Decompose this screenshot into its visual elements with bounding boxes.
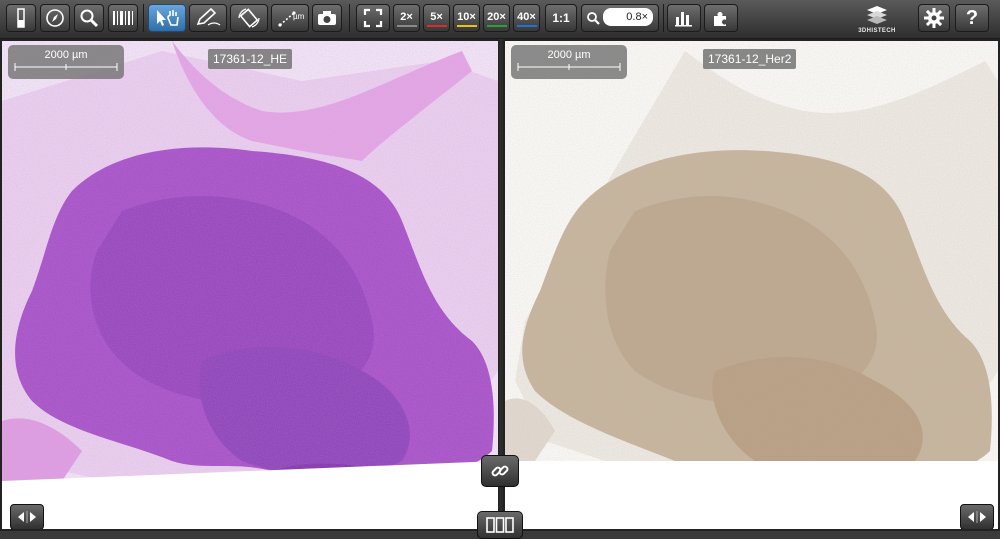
- viewer-he[interactable]: 2000 µm 17361-12_HE: [0, 39, 500, 531]
- barcode-icon: [113, 11, 133, 25]
- zoom-one-to-one-button[interactable]: 1:1: [545, 4, 577, 32]
- rotate-tool-button[interactable]: [230, 4, 268, 32]
- zoom-5x-button[interactable]: 5×: [423, 4, 450, 32]
- left-right-arrows-icon: [968, 511, 986, 523]
- left-right-arrows-icon: [18, 511, 36, 523]
- compass-icon: [46, 9, 64, 27]
- viewer-her2[interactable]: 2000 µm 17361-12_Her2: [503, 39, 1000, 531]
- brand-logo: 3DHISTECH: [838, 2, 916, 36]
- slide-navigation-button[interactable]: [960, 504, 994, 529]
- slide-label-button[interactable]: [6, 4, 36, 32]
- pointer-hand-icon: [157, 10, 179, 26]
- zoom-40x-color-bar: [516, 24, 537, 27]
- plugins-button[interactable]: [704, 4, 738, 32]
- sync-viewers-button[interactable]: [481, 455, 519, 487]
- measure-icon: µm: [278, 11, 304, 27]
- help-icon: ?: [965, 6, 979, 29]
- her2-tissue-image: [505, 41, 998, 529]
- one-to-one-label: 1:1: [552, 11, 570, 25]
- slide-icon: [17, 8, 25, 28]
- slide-name-label: 17361-12_HE: [208, 49, 293, 69]
- pencil-icon: [196, 7, 221, 26]
- camera-icon: [318, 11, 336, 25]
- fit-to-screen-button[interactable]: [356, 4, 390, 32]
- slide-name-label: 17361-12_Her2: [703, 49, 797, 69]
- zoom-10x-label: 10×: [457, 10, 476, 23]
- link-icon: [491, 465, 509, 477]
- navigator-button[interactable]: [40, 4, 70, 32]
- zoom-2x-button[interactable]: 2×: [393, 4, 420, 32]
- magnifier-icon: [80, 9, 99, 28]
- zoom-5x-label: 5×: [430, 10, 443, 23]
- puzzle-icon: [714, 12, 726, 26]
- zoom-10x-button[interactable]: 10×: [453, 4, 480, 32]
- barcode-button[interactable]: [108, 4, 138, 32]
- zoom-20x-label: 20×: [487, 10, 506, 23]
- zoom-20x-color-bar: [486, 24, 507, 27]
- zoom-5x-color-bar: [426, 24, 447, 27]
- pan-tool-button[interactable]: [148, 4, 186, 32]
- measure-tool-button[interactable]: µm: [271, 4, 309, 32]
- zoom-level-input[interactable]: 0.8×: [603, 8, 653, 26]
- settings-button[interactable]: [918, 4, 950, 32]
- help-button[interactable]: ?: [955, 4, 989, 32]
- zoom-2x-color-bar: [396, 24, 417, 27]
- scale-bar-label: 2000 µm: [44, 49, 88, 61]
- he-tissue-image: [2, 41, 498, 529]
- toolbar: µm 2× 5× 10× 20× 40× 1:1 0.8× 3DHISTECH …: [0, 0, 1000, 39]
- slide-navigation-button[interactable]: [10, 504, 44, 529]
- bar-chart-icon: [675, 12, 692, 27]
- three-columns-icon: [486, 517, 514, 533]
- histogram-button[interactable]: [667, 4, 701, 32]
- scale-bar: 2000 µm: [511, 45, 627, 79]
- annotation-tool-button[interactable]: [189, 4, 227, 32]
- fullscreen-icon: [363, 8, 383, 28]
- magnifier-button[interactable]: [74, 4, 104, 32]
- zoom-40x-label: 40×: [517, 10, 536, 23]
- scale-bar: 2000 µm: [8, 45, 124, 79]
- brand-name: 3DHISTECH: [858, 28, 896, 34]
- gear-icon: [924, 8, 944, 28]
- viewer-layout-button[interactable]: [477, 511, 523, 539]
- 3dhistech-logo-icon: [867, 6, 887, 24]
- zoom-20x-button[interactable]: 20×: [483, 4, 510, 32]
- scale-ruler-icon: [517, 63, 621, 71]
- zoom-2x-label: 2×: [400, 10, 413, 23]
- zoom-10x-color-bar: [456, 24, 477, 27]
- scale-bar-label: 2000 µm: [547, 49, 591, 61]
- snapshot-button[interactable]: [312, 4, 342, 32]
- scale-ruler-icon: [14, 63, 118, 71]
- zoom-40x-button[interactable]: 40×: [513, 4, 540, 32]
- rotate-slide-icon: [238, 8, 260, 28]
- zoom-search-icon: [587, 12, 600, 25]
